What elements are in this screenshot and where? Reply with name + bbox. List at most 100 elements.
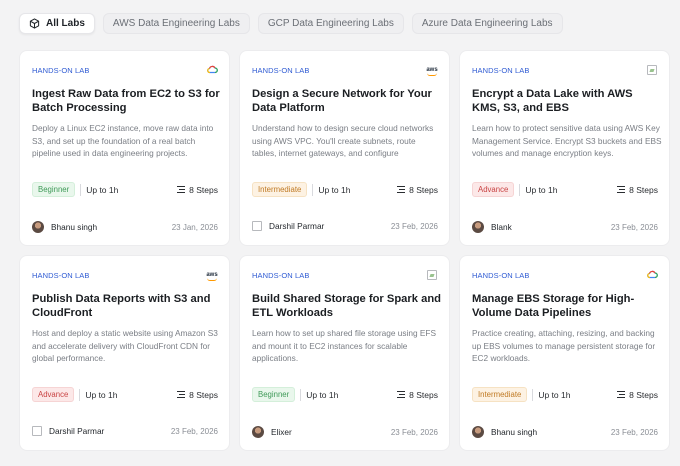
avatar-broken-image-icon: [252, 221, 262, 231]
lab-title[interactable]: Design a Secure Network for Your Data Pl…: [252, 87, 442, 115]
lab-filter-tabs: All Labs AWS Data Engineering Labs GCP D…: [19, 13, 563, 34]
tab-label: AWS Data Engineering Labs: [112, 18, 240, 29]
duration: Up to 1h: [306, 389, 339, 400]
lab-kicker: HANDS-ON LAB: [252, 271, 310, 280]
tab-label: All Labs: [46, 18, 85, 29]
tab-azure-labs[interactable]: Azure Data Engineering Labs: [411, 13, 563, 34]
lab-author: Darshil Parmar 23 Feb, 2026: [252, 221, 438, 231]
list-icon: [177, 391, 186, 399]
divider: [532, 388, 534, 401]
lab-meta: Advance Up to 1h 8 Steps: [32, 387, 218, 402]
lab-card[interactable]: HANDS-ON LAB Encrypt a Data Lake with AW…: [459, 50, 670, 246]
lab-card[interactable]: HANDS-ON LAB Manage EBS Storage for High…: [459, 255, 670, 451]
lab-meta: Advance Up to 1h 8 Steps: [472, 182, 658, 197]
duration: Up to 1h: [85, 389, 118, 400]
lab-title[interactable]: Manage EBS Storage for High-Volume Data …: [472, 292, 662, 320]
divider: [312, 183, 314, 196]
divider: [300, 388, 302, 401]
duration: Up to 1h: [318, 184, 351, 195]
duration: Up to 1h: [86, 184, 119, 195]
lab-kicker: HANDS-ON LAB: [472, 66, 530, 75]
author-name: Darshil Parmar: [49, 426, 105, 436]
level-badge: Beginner: [32, 182, 76, 197]
lab-author: Bhanu singh 23 Feb, 2026: [472, 426, 658, 438]
steps-label: 8 Steps: [629, 389, 658, 400]
list-icon: [177, 186, 186, 194]
lab-title[interactable]: Encrypt a Data Lake with AWS KMS, S3, an…: [472, 87, 662, 115]
duration: Up to 1h: [525, 184, 558, 195]
lab-description: Learn how to protect sensitive data usin…: [472, 123, 662, 159]
steps-label: 8 Steps: [409, 389, 438, 400]
steps-count: 8 Steps: [177, 390, 218, 400]
publish-date: 23 Feb, 2026: [170, 426, 218, 436]
avatar: [252, 426, 264, 438]
lab-meta: Beginner Up to 1h 8 Steps: [252, 387, 438, 402]
lab-description: Practice creating, attaching, resizing, …: [472, 328, 656, 364]
avatar: [472, 221, 484, 233]
steps-label: 8 Steps: [409, 184, 438, 195]
lab-card[interactable]: HANDS-ON LAB aws Publish Data Reports wi…: [19, 255, 230, 451]
lab-title[interactable]: Publish Data Reports with S3 and CloudFr…: [32, 292, 222, 320]
steps-count: 8 Steps: [397, 185, 438, 195]
author-name: Bhanu singh: [51, 222, 98, 232]
broken-image-icon: [646, 64, 658, 75]
level-badge: Advance: [32, 387, 75, 402]
steps-count: 8 Steps: [617, 390, 658, 400]
lab-card[interactable]: HANDS-ON LAB aws Design a Secure Network…: [239, 50, 450, 246]
lab-kicker: HANDS-ON LAB: [472, 271, 530, 280]
publish-date: 23 Feb, 2026: [610, 222, 658, 232]
duration: Up to 1h: [538, 389, 571, 400]
level-badge: Intermediate: [252, 182, 308, 197]
divider: [80, 183, 82, 196]
avatar: [32, 221, 44, 233]
lab-kicker: HANDS-ON LAB: [32, 271, 90, 280]
aws-logo-text: aws: [206, 271, 218, 281]
lab-card[interactable]: HANDS-ON LAB Ingest Raw Data from EC2 to…: [19, 50, 230, 246]
steps-label: 8 Steps: [629, 184, 658, 195]
publish-date: 23 Jan, 2026: [171, 222, 218, 232]
lab-title[interactable]: Ingest Raw Data from EC2 to S3 for Batch…: [32, 87, 222, 115]
publish-date: 23 Feb, 2026: [390, 221, 438, 231]
aws-icon: aws: [426, 64, 438, 76]
lab-author: Bhanu singh 23 Jan, 2026: [32, 221, 218, 233]
divider: [79, 388, 81, 401]
lab-author: Blank 23 Feb, 2026: [472, 221, 658, 233]
tab-aws-labs[interactable]: AWS Data Engineering Labs: [102, 13, 250, 34]
tab-label: GCP Data Engineering Labs: [267, 18, 394, 29]
tab-label: Azure Data Engineering Labs: [421, 18, 553, 29]
publish-date: 23 Feb, 2026: [390, 427, 438, 437]
list-icon: [617, 186, 626, 194]
list-icon: [617, 391, 626, 399]
avatar: [472, 426, 484, 438]
lab-kicker: HANDS-ON LAB: [252, 66, 310, 75]
broken-image-icon: [426, 269, 438, 280]
steps-label: 8 Steps: [189, 389, 218, 400]
tab-gcp-labs[interactable]: GCP Data Engineering Labs: [257, 13, 404, 34]
publish-date: 23 Feb, 2026: [610, 427, 658, 437]
lab-card[interactable]: HANDS-ON LAB Build Shared Storage for Sp…: [239, 255, 450, 451]
cube-icon: [29, 18, 40, 29]
lab-meta: Beginner Up to 1h 8 Steps: [32, 182, 218, 197]
level-badge: Advance: [472, 182, 515, 197]
aws-icon: aws: [206, 269, 218, 281]
steps-count: 8 Steps: [177, 185, 218, 195]
avatar-broken-image-icon: [32, 426, 42, 436]
lab-meta: Intermediate Up to 1h 8 Steps: [472, 387, 658, 402]
aws-logo-text: aws: [426, 66, 438, 76]
lab-author: Elixer 23 Feb, 2026: [252, 426, 438, 438]
lab-title[interactable]: Build Shared Storage for Spark and ETL W…: [252, 292, 442, 320]
list-icon: [397, 186, 406, 194]
tab-all-labs[interactable]: All Labs: [19, 13, 95, 34]
steps-count: 8 Steps: [617, 185, 658, 195]
steps-count: 8 Steps: [397, 390, 438, 400]
labs-grid: HANDS-ON LAB Ingest Raw Data from EC2 to…: [19, 50, 671, 451]
lab-description: Learn how to set up shared file storage …: [252, 328, 437, 364]
lab-kicker: HANDS-ON LAB: [32, 66, 90, 75]
lab-description: Host and deploy a static website using A…: [32, 328, 218, 364]
list-icon: [397, 391, 406, 399]
level-badge: Intermediate: [472, 387, 528, 402]
gcp-icon: [206, 64, 218, 75]
author-name: Darshil Parmar: [269, 221, 325, 231]
author-name: Bhanu singh: [491, 427, 538, 437]
steps-label: 8 Steps: [189, 184, 218, 195]
